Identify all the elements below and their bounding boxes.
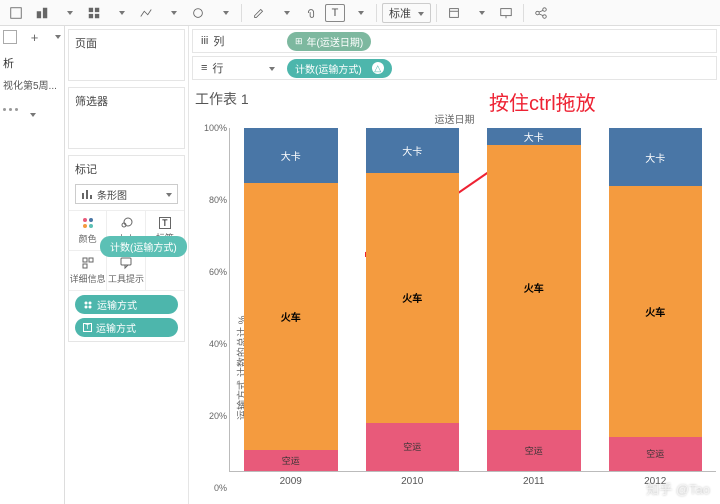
share-icon[interactable] <box>529 2 553 24</box>
pages-shelf[interactable]: 页面 <box>68 29 185 81</box>
x-tick: 2009 <box>230 476 352 487</box>
toolbar-dropdown[interactable] <box>347 2 371 24</box>
mark-type-dropdown[interactable]: 条形图 <box>75 184 178 204</box>
color-icon <box>83 300 93 310</box>
toolbar-dropdown[interactable] <box>273 2 297 24</box>
bar-segment[interactable]: 火车 <box>366 173 460 423</box>
text-icon[interactable]: T <box>325 4 345 22</box>
detail-icon <box>81 256 95 270</box>
bar-segment[interactable]: 火车 <box>487 145 581 430</box>
columns-icon: iii <box>201 35 208 47</box>
presentation-icon[interactable] <box>494 2 518 24</box>
rows-field-pill[interactable]: 计数(运输方式) △ <box>287 59 392 78</box>
bar-chart-icon <box>81 188 93 200</box>
columns-field-pill[interactable]: ⊞ 年(运送日期) <box>287 32 371 51</box>
bar-column[interactable]: 空运火车大卡 <box>595 128 717 471</box>
y-tick: 100% <box>204 123 227 133</box>
marks-tooltip[interactable]: 工具提示 <box>107 251 145 291</box>
bar-segment[interactable]: 空运 <box>244 450 338 471</box>
toolbar-btn[interactable] <box>30 2 54 24</box>
pencil-icon[interactable] <box>247 2 271 24</box>
date-icon: ⊞ <box>295 36 303 47</box>
chart-plot[interactable]: 空运火车大卡空运火车大卡空运火车大卡空运火车大卡 200920102011201… <box>229 128 716 472</box>
toolbar-btn[interactable] <box>442 2 466 24</box>
bar-segment[interactable]: 大卡 <box>244 128 338 183</box>
worksheet-view: 工作表 1 按住ctrl拖放 运送日期 运输方式 计数的总计 % 0%20%40… <box>189 83 720 504</box>
bar-segment[interactable]: 火车 <box>244 183 338 451</box>
attachment-icon[interactable] <box>299 2 323 24</box>
label-icon: T <box>159 217 171 229</box>
bar-segment[interactable]: 空运 <box>366 423 460 471</box>
color-icon <box>81 216 95 230</box>
toolbar-btn[interactable] <box>186 2 210 24</box>
data-pane: + 析 视化第5周... <box>0 26 65 504</box>
tooltip-icon <box>119 256 133 270</box>
bar-segment[interactable]: 大卡 <box>487 128 581 145</box>
marks-detail[interactable]: 详细信息 <box>69 251 107 291</box>
size-icon <box>119 216 133 230</box>
x-tick: 2011 <box>473 476 595 487</box>
dropdown-caret-icon[interactable] <box>52 30 61 45</box>
plus-icon[interactable]: + <box>31 30 39 45</box>
menu-dots-icon[interactable] <box>3 108 61 120</box>
annotation-text: 按住ctrl拖放 <box>489 87 596 116</box>
toolbar-btn[interactable] <box>4 2 28 24</box>
marks-field-pill[interactable]: T 运输方式 <box>75 318 178 337</box>
toolbar-dropdown[interactable] <box>160 2 184 24</box>
marks-field-pill[interactable]: 运输方式 <box>75 295 178 314</box>
bar-column[interactable]: 空运火车大卡 <box>352 128 474 471</box>
y-tick: 60% <box>209 267 227 277</box>
toolbar-btn[interactable] <box>82 2 106 24</box>
filters-shelf[interactable]: 筛选器 <box>68 87 185 149</box>
toolbar-dropdown[interactable] <box>468 2 492 24</box>
dragging-pill[interactable]: 计数(运输方式) <box>100 236 187 257</box>
y-tick: 40% <box>209 339 227 349</box>
label-icon: T <box>83 323 92 332</box>
pane-title: 析 <box>3 51 61 75</box>
bar-segment[interactable]: 大卡 <box>366 128 460 173</box>
sheet-title[interactable]: 工作表 1 <box>195 89 716 109</box>
y-tick: 20% <box>209 411 227 421</box>
bar-segment[interactable]: 空运 <box>609 437 703 471</box>
pane-subtitle: 视化第5周... <box>3 75 61 94</box>
warning-icon: △ <box>372 62 384 74</box>
columns-shelf[interactable]: iii列 ⊞ 年(运送日期) <box>192 29 717 53</box>
toolbar-dropdown[interactable] <box>212 2 236 24</box>
y-tick: 80% <box>209 195 227 205</box>
watermark: 知乎 @Tao <box>646 479 710 498</box>
axis-header: 运送日期 <box>193 111 716 126</box>
fit-dropdown[interactable]: 标准 <box>382 3 431 23</box>
toolbar-btn[interactable] <box>134 2 158 24</box>
top-toolbar: T 标准 <box>0 0 720 26</box>
rows-shelf[interactable]: ≡行 计数(运输方式) △ <box>192 56 717 80</box>
bar-column[interactable]: 空运火车大卡 <box>473 128 595 471</box>
bar-segment[interactable]: 空运 <box>487 430 581 471</box>
x-tick: 2010 <box>352 476 474 487</box>
toolbar-dropdown[interactable] <box>108 2 132 24</box>
rows-icon: ≡ <box>201 62 207 74</box>
square-icon[interactable] <box>3 30 17 44</box>
cards-column: 页面 筛选器 标记 条形图 颜色 大小 <box>65 26 189 504</box>
y-axis: 运输方式 计数的总计 % 0%20%40%60%80%100% <box>193 128 229 488</box>
toolbar-dropdown[interactable] <box>56 2 80 24</box>
bar-segment[interactable]: 火车 <box>609 186 703 436</box>
bar-segment[interactable]: 大卡 <box>609 128 703 186</box>
y-tick: 0% <box>214 483 227 493</box>
bar-column[interactable]: 空运火车大卡 <box>230 128 352 471</box>
